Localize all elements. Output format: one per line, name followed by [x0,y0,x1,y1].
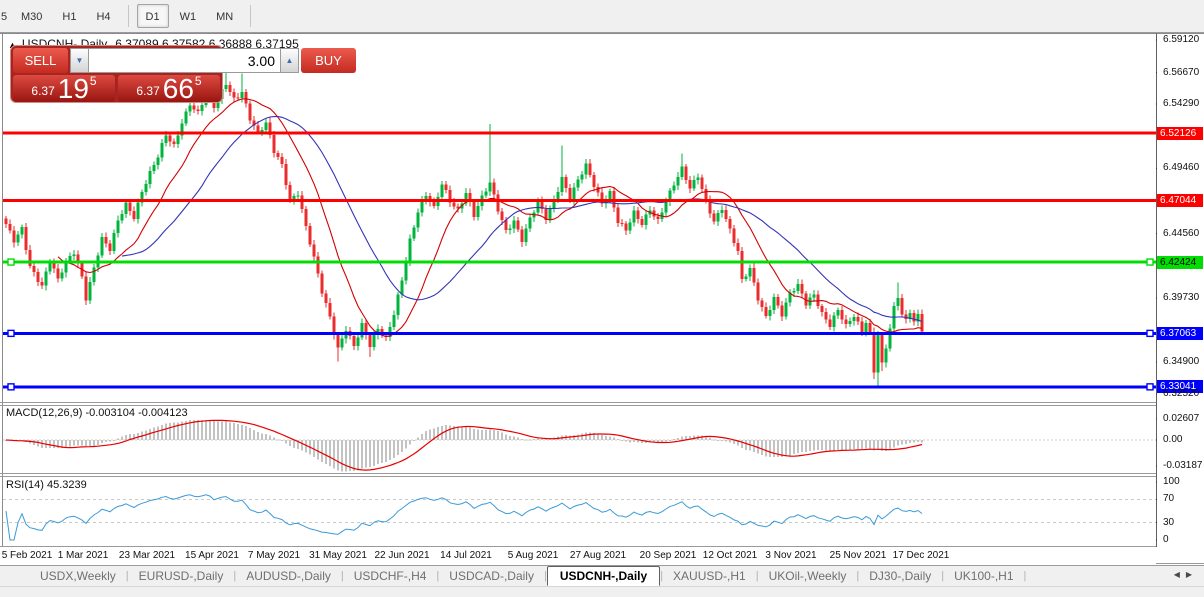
price-tick-label: 6.49460 [1163,162,1200,174]
macd-tick-label: 0.00 [1163,434,1183,445]
price-tick-label: 6.39730 [1163,291,1200,303]
price-tick-label: 6.34900 [1163,356,1200,368]
one-click-trading-panel: SELL ▼ ▲ BUY 6.37 19 5 6.37 66 5 [10,45,356,104]
mt4-terminal: 5M30H1H4D1W1MN ▲USDCNH-,Daily6.37089 6.3… [0,0,1204,597]
date-tick-label: 27 Aug 2021 [569,550,627,561]
timeframe-button-mn[interactable]: MN [207,4,242,28]
date-tick-label: 31 May 2021 [309,550,367,561]
date-tick-label: 3 Nov 2021 [765,550,817,561]
price-line-badge: 6.37063 [1157,326,1203,340]
chart-tab-eurusd-daily[interactable]: EURUSD-,Daily [129,567,234,585]
date-tick-label: 15 Apr 2021 [185,550,239,561]
price-tick-label: 6.56670 [1163,66,1200,78]
buy-button[interactable]: BUY [301,48,356,73]
timeframe-button-h4[interactable]: H4 [87,4,119,28]
price-line-badge: 6.52126 [1157,126,1203,140]
chart-tab-ukoil-weekly[interactable]: UKOil-,Weekly [759,567,857,585]
price-tick-label: 6.44560 [1163,227,1200,239]
price-line-badge: 6.47044 [1157,194,1203,208]
sell-price[interactable]: 6.37 19 5 [13,73,115,104]
timeframe-button-h1[interactable]: H1 [53,4,85,28]
sell-price-sup: 5 [89,74,97,88]
date-tick-label: 14 Jul 2021 [440,550,492,561]
date-tick-label: 17 Dec 2021 [892,550,950,561]
buy-price-prefix: 6.37 [136,84,160,98]
date-tick-label: 22 Jun 2021 [374,550,430,561]
date-tick-label: 5 Aug 2021 [507,550,559,561]
tab-separator: | [1023,570,1027,582]
timeframe-toolbar: 5 M30 H1 H4 D1 W1 MN [0,0,1204,33]
chart-tab-usdchf-h4[interactable]: USDCHF-,H4 [344,567,437,585]
timeframe-button-m30[interactable]: M30 [12,4,51,28]
date-tick-label: 25 Nov 2021 [829,550,887,561]
price-tick-label: 6.59120 [1163,34,1200,45]
toolbar-separator [127,5,129,27]
tab-scroll-right-icon[interactable]: ▶ [1186,570,1198,579]
timeframe-button-d1[interactable]: D1 [136,4,169,28]
date-tick-label: 5 Feb 2021 [1,550,53,561]
tab-scroll-left-icon[interactable]: ◀ [1174,570,1186,579]
toolbar-separator [250,5,252,27]
buy-price-big: 66 [162,73,194,104]
chart-tab-uk100-h1[interactable]: UK100-,H1 [944,567,1023,585]
macd-tick-label: -0.03187 [1163,459,1203,471]
buy-price[interactable]: 6.37 66 5 [118,73,220,104]
sell-price-big: 19 [57,73,89,104]
volume-spinner: ▼ ▲ [70,48,299,73]
price-line-badge: 6.42424 [1157,255,1203,269]
rsi-tick-label: 30 [1163,516,1175,528]
chart-tab-usdx-weekly[interactable]: USDX,Weekly [30,567,126,585]
chart-tab-xauusd-h1[interactable]: XAUUSD-,H1 [663,567,756,585]
date-tick-label: 20 Sep 2021 [639,550,697,561]
price-tick-label: 6.32520 [1163,387,1200,399]
rsi-label: RSI(14) 45.3239 [6,479,87,491]
date-tick-label: 12 Oct 2021 [702,550,758,561]
rsi-tick-label: 0 [1163,534,1169,545]
volume-decrease-icon[interactable]: ▼ [70,48,89,73]
macd-tick-label: 0.02607 [1163,412,1200,424]
rsi-tick-label: 100 [1163,476,1180,487]
date-tick-label: 7 May 2021 [247,550,301,561]
date-tick-label: 1 Mar 2021 [57,550,109,561]
chart-tab-audusd-daily[interactable]: AUDUSD-,Daily [236,567,341,585]
chart-tab-bar: USDX,Weekly | EURUSD-,Daily | AUDUSD-,Daily |… [0,565,1204,586]
volume-input[interactable] [89,48,280,73]
sell-button[interactable]: SELL [13,48,68,73]
sell-price-prefix: 6.37 [31,84,55,98]
chart-tab-usdcnh-daily[interactable]: USDCNH-,Daily [546,566,661,586]
trade-controls-row: SELL ▼ ▲ BUY [13,48,356,73]
price-axis[interactable]: 6.52126 6.47044 6.42424 6.37063 6.33041 6.591… [1157,34,1204,547]
timeframe-button-5[interactable]: 5 [0,4,10,28]
buy-price-sup: 5 [194,74,202,88]
price-tick-label: 6.54290 [1163,98,1200,110]
bid-ask-row: 6.37 19 5 6.37 66 5 [13,73,220,104]
macd-label: MACD(12,26,9) -0.003104 -0.004123 [6,407,188,419]
chart-tab-dj30-daily[interactable]: DJ30-,Daily [859,567,941,585]
chart-tab-usdcad-daily[interactable]: USDCAD-,Daily [439,567,544,585]
volume-increase-icon[interactable]: ▲ [280,48,299,73]
status-bar [0,586,1204,597]
tab-scroll-arrows: ◀▶ [1174,570,1198,579]
rsi-tick-label: 70 [1163,493,1175,505]
date-tick-label: 23 Mar 2021 [118,550,176,561]
timeframe-button-w1[interactable]: W1 [171,4,206,28]
date-axis[interactable]: 5 Feb 2021 1 Mar 2021 23 Mar 2021 15 Apr 20… [0,547,1156,564]
